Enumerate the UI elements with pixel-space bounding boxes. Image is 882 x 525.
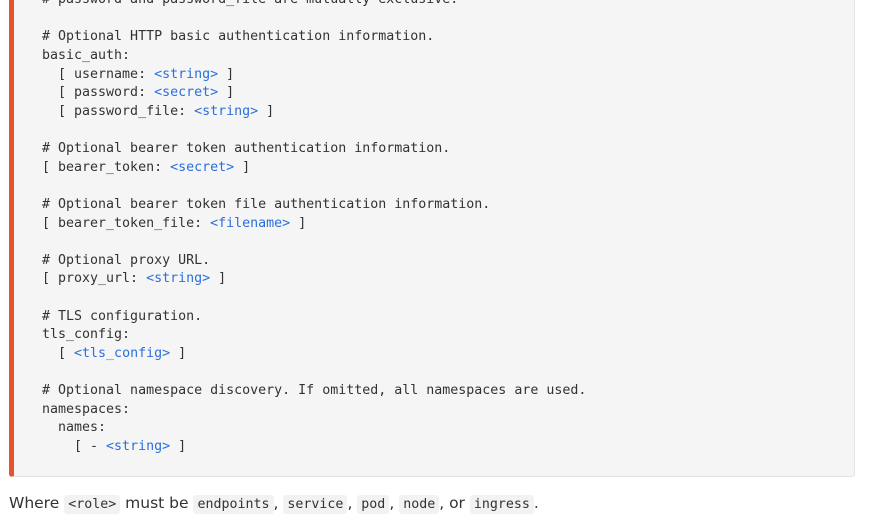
- code-line: # Optional bearer token authentication i…: [42, 141, 450, 156]
- code-text: basic_auth:: [42, 47, 131, 63]
- code-text: ]: [218, 85, 235, 101]
- code-placeholder: <filename>: [210, 215, 291, 231]
- role-description: Where <role> must be endpoints, service,…: [9, 494, 539, 514]
- text-where: Where: [9, 494, 65, 512]
- code-text: [ -: [42, 439, 107, 454]
- code-line: [ bearer_token: <secret> ]: [42, 160, 250, 175]
- code-text: ]: [290, 215, 307, 231]
- code-block: # password and password_file are mutuall…: [9, 0, 855, 477]
- code-line: # Optional bearer token file authenticat…: [42, 197, 490, 212]
- code-text: tls_config:: [42, 327, 131, 343]
- code-text: [ bearer_token:: [42, 159, 171, 175]
- code-text: # Optional bearer token authentication i…: [42, 141, 451, 156]
- code-text: # Optional HTTP basic authentication inf…: [42, 29, 435, 45]
- code-text: ]: [210, 271, 227, 287]
- code-text: # password and password_file are mutuall…: [42, 0, 458, 7]
- separator: ,: [389, 494, 400, 512]
- inline-code-endpoints: endpoints: [193, 495, 274, 514]
- code-text: # Optional namespace discovery. If omitt…: [42, 383, 587, 399]
- code-placeholder: <tls_config>: [74, 345, 171, 361]
- code-text: names:: [42, 420, 107, 436]
- code-line: [ username: <string> ]: [42, 67, 234, 82]
- inline-code-ingress: ingress: [469, 495, 534, 514]
- code-line: basic_auth:: [42, 48, 130, 63]
- code-text: # Optional proxy URL.: [42, 252, 211, 268]
- text-must-be: must be: [120, 494, 194, 512]
- code-text: ]: [258, 103, 275, 119]
- inline-code-service: service: [283, 495, 348, 514]
- code-placeholder: <string>: [146, 271, 211, 287]
- code-line: [ password: <secret> ]: [42, 85, 234, 100]
- code-placeholder: <string>: [106, 439, 171, 454]
- code-line: # Optional HTTP basic authentication inf…: [42, 29, 434, 44]
- code-placeholder: <secret>: [154, 85, 219, 101]
- code-text: [ password_file:: [42, 103, 195, 119]
- code-line: names:: [42, 420, 106, 435]
- code-line: # Optional proxy URL.: [42, 253, 210, 268]
- code-line: [ password_file: <string> ]: [42, 104, 274, 119]
- code-line: [ - <string> ]: [42, 439, 186, 454]
- inline-code-role: <role>: [64, 495, 121, 514]
- code-text: # TLS configuration.: [42, 308, 203, 324]
- code-text: ]: [170, 345, 187, 361]
- code-line: # TLS configuration.: [42, 309, 202, 324]
- separator-or: , or: [439, 494, 470, 512]
- code-text: [ proxy_url:: [42, 271, 147, 287]
- code-text: [ bearer_token_file:: [42, 215, 211, 231]
- code-line: namespaces:: [42, 402, 130, 417]
- code-text: [ username:: [42, 66, 155, 82]
- code-text: ]: [170, 439, 187, 454]
- code-text: # Optional bearer token file authenticat…: [42, 196, 491, 212]
- code-line: # password and password_file are mutuall…: [42, 0, 458, 7]
- code-line: [ <tls_config> ]: [42, 346, 186, 361]
- code-line: [ proxy_url: <string> ]: [42, 271, 226, 286]
- code-text: namespaces:: [42, 401, 131, 417]
- separator: ,: [347, 494, 358, 512]
- code-line: tls_config:: [42, 327, 130, 342]
- code-placeholder: <string>: [154, 66, 219, 82]
- config-code: # password and password_file are mutuall…: [42, 0, 586, 457]
- code-text: [ password:: [42, 85, 155, 101]
- period: .: [533, 494, 539, 512]
- code-line: # Optional namespace discovery. If omitt…: [42, 383, 586, 398]
- code-text: [: [42, 345, 75, 361]
- code-line: [ bearer_token_file: <filename> ]: [42, 216, 306, 231]
- inline-code-pod: pod: [357, 495, 390, 514]
- code-placeholder: <string>: [194, 103, 259, 119]
- separator: ,: [273, 494, 284, 512]
- code-text: ]: [218, 66, 235, 82]
- code-text: ]: [234, 159, 251, 175]
- inline-code-node: node: [399, 495, 440, 514]
- code-placeholder: <secret>: [170, 159, 235, 175]
